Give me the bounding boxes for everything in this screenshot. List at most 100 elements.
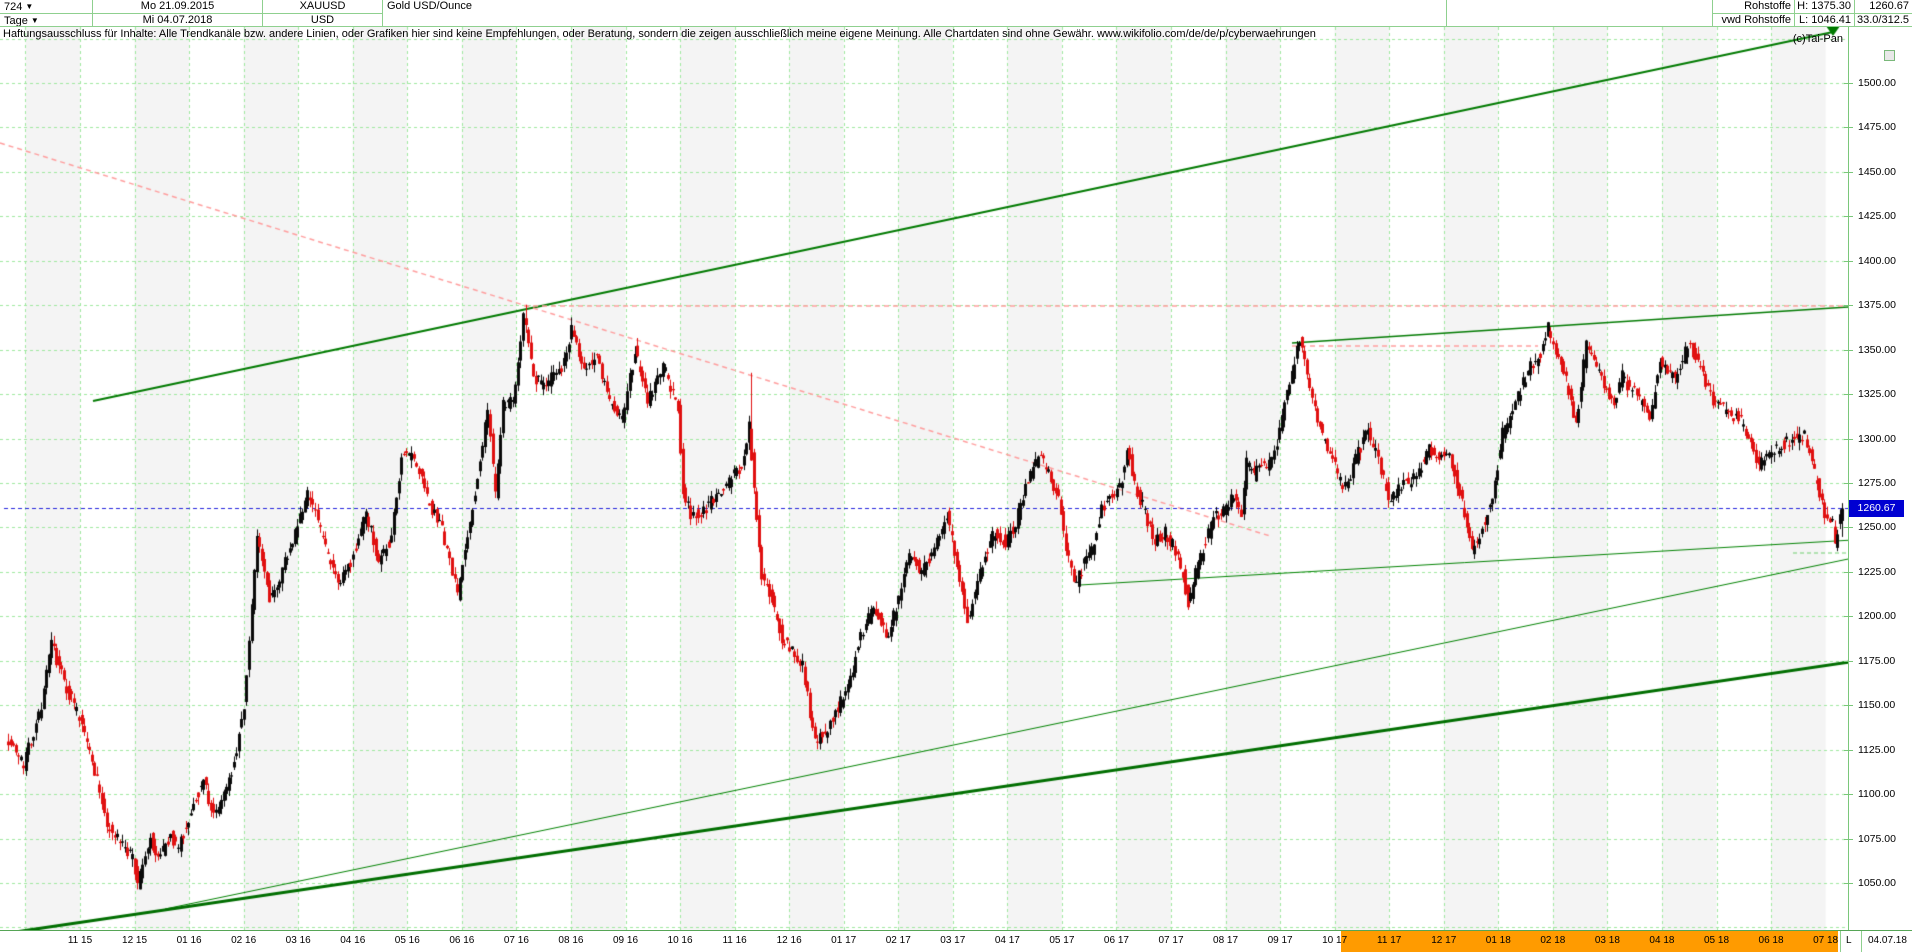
y-axis-tick bbox=[1844, 883, 1853, 884]
y-axis: 1500.00 1475.00 1450.00 1425.00 1400.00 1375.… bbox=[1848, 27, 1912, 930]
y-axis-tick bbox=[1844, 527, 1853, 528]
x-axis-label: 08 16 bbox=[558, 935, 583, 946]
x-axis-label: 11 16 bbox=[722, 935, 746, 946]
y-axis-label: 1400.00 bbox=[1858, 255, 1896, 267]
bar-count-dropdown[interactable]: 724 ▼ bbox=[0, 0, 93, 14]
period-high: H: 1375.30 bbox=[1795, 0, 1855, 14]
x-axis-label: 03 16 bbox=[286, 935, 311, 946]
y-axis-tick bbox=[1844, 83, 1853, 84]
y-axis-tick bbox=[1844, 261, 1853, 262]
y-axis-label: 1475.00 bbox=[1858, 121, 1896, 133]
y-axis-tick bbox=[1844, 439, 1853, 440]
y-axis-label: 1200.00 bbox=[1858, 610, 1896, 622]
x-axis-label: 02 17 bbox=[886, 935, 911, 946]
start-date: Mo 21.09.2015 bbox=[93, 0, 263, 14]
y-axis-label: 1100.00 bbox=[1858, 788, 1895, 800]
chevron-down-icon: ▼ bbox=[25, 2, 33, 11]
x-axis-label: 10 17 bbox=[1322, 935, 1347, 946]
y-axis-label: 1425.00 bbox=[1858, 210, 1896, 222]
y-axis-label: 1075.00 bbox=[1858, 833, 1896, 845]
x-axis-label: 05 18 bbox=[1704, 935, 1729, 946]
range-info: 33.0/312.5 bbox=[1855, 14, 1912, 27]
symbol-code: XAUUSD bbox=[263, 0, 383, 14]
period-value: Tage bbox=[4, 15, 28, 27]
y-axis-tick bbox=[1844, 127, 1853, 128]
x-axis-label: 06 18 bbox=[1759, 935, 1784, 946]
y-axis-tick bbox=[1844, 750, 1853, 751]
y-axis-tick bbox=[1844, 616, 1853, 617]
last-price-header: 1260.67 bbox=[1855, 0, 1912, 14]
y-axis-tick bbox=[1844, 794, 1853, 795]
x-axis-label: 12 17 bbox=[1431, 935, 1456, 946]
disclaimer-text: Haftungsausschluss für Inhalte: Alle Tre… bbox=[3, 28, 1316, 40]
x-axis-label: 05 17 bbox=[1049, 935, 1074, 946]
taipan-watermark: (c)Tai-Pan bbox=[1793, 33, 1843, 45]
data-provider: vwd Rohstoffe bbox=[1713, 14, 1795, 27]
y-axis-label: 1250.00 bbox=[1858, 521, 1896, 533]
y-axis-label: 1500.00 bbox=[1858, 77, 1896, 89]
x-axis-label: 10 16 bbox=[668, 935, 693, 946]
end-date: Mi 04.07.2018 bbox=[93, 14, 263, 27]
x-axis-label: 02 16 bbox=[231, 935, 256, 946]
y-axis-label: 1325.00 bbox=[1858, 388, 1896, 400]
y-axis-label: 1450.00 bbox=[1858, 166, 1896, 178]
x-axis-label: 12 15 bbox=[122, 935, 147, 946]
y-axis-label: 1275.00 bbox=[1858, 477, 1896, 489]
y-axis-label: 1125.00 bbox=[1858, 744, 1895, 756]
x-axis-label: 02 18 bbox=[1540, 935, 1565, 946]
x-axis-label: 11 17 bbox=[1377, 935, 1401, 946]
taipan-chart-window: 724 ▼ Mo 21.09.2015 XAUUSD Gold USD/Ounc… bbox=[0, 0, 1912, 952]
x-axis-label: 05 16 bbox=[395, 935, 420, 946]
x-axis-label: 07 16 bbox=[504, 935, 529, 946]
y-axis-tick bbox=[1844, 705, 1853, 706]
x-axis-label: 04 18 bbox=[1649, 935, 1674, 946]
y-axis-label: 1225.00 bbox=[1858, 566, 1896, 578]
instrument-name: Gold USD/Ounce bbox=[383, 0, 1447, 27]
bar-count-value: 724 bbox=[4, 1, 22, 13]
x-axis-label: 12 16 bbox=[777, 935, 802, 946]
x-axis-label: 08 17 bbox=[1213, 935, 1238, 946]
header-spacer bbox=[1447, 0, 1713, 27]
last-price-badge: 1260.67 bbox=[1849, 500, 1904, 517]
x-axis-label: 01 17 bbox=[831, 935, 856, 946]
period-low: L: 1046.41 bbox=[1795, 14, 1855, 27]
x-axis-label: 01 18 bbox=[1486, 935, 1511, 946]
y-axis-tick bbox=[1844, 216, 1853, 217]
chevron-down-icon: ▼ bbox=[31, 16, 39, 25]
x-axis-label: 03 17 bbox=[940, 935, 965, 946]
x-axis-label: 04 16 bbox=[340, 935, 365, 946]
y-axis-label: 1150.00 bbox=[1858, 699, 1895, 711]
x-axis-label: 06 16 bbox=[449, 935, 474, 946]
price-chart-canvas[interactable] bbox=[0, 27, 1848, 930]
y-axis-tick bbox=[1844, 394, 1853, 395]
category-label: Rohstoffe bbox=[1713, 0, 1795, 14]
x-axis: L 04.07.18 11 15 12 15 01 16 02 16 03 16 04 1… bbox=[0, 930, 1912, 952]
y-axis-label: 1350.00 bbox=[1858, 344, 1896, 356]
y-axis-tick bbox=[1844, 839, 1853, 840]
y-axis-tick bbox=[1844, 305, 1853, 306]
y-axis-tick bbox=[1844, 572, 1853, 573]
y-axis-label: 1050.00 bbox=[1858, 877, 1896, 889]
x-axis-label: 07 18 bbox=[1813, 935, 1838, 946]
period-dropdown[interactable]: Tage ▼ bbox=[0, 14, 93, 27]
y-axis-tick bbox=[1844, 172, 1853, 173]
x-axis-label: 09 17 bbox=[1268, 935, 1293, 946]
x-axis-separator bbox=[1861, 931, 1862, 952]
y-axis-tick bbox=[1844, 483, 1853, 484]
x-axis-label: 06 17 bbox=[1104, 935, 1129, 946]
x-axis-label: 07 17 bbox=[1158, 935, 1183, 946]
y-axis-tick bbox=[1844, 350, 1853, 351]
x-axis-label: 04 17 bbox=[995, 935, 1020, 946]
x-axis-label: 01 16 bbox=[177, 935, 202, 946]
x-axis-label: 03 18 bbox=[1595, 935, 1620, 946]
y-axis-tick bbox=[1844, 661, 1853, 662]
x-axis-label: 09 16 bbox=[613, 935, 638, 946]
last-bar-date: 04.07.18 bbox=[1868, 935, 1907, 946]
currency-label: USD bbox=[263, 14, 383, 27]
y-axis-label: 1375.00 bbox=[1858, 299, 1896, 311]
x-axis-label: 11 15 bbox=[68, 935, 92, 946]
last-bar-marker: L bbox=[1846, 935, 1852, 946]
x-axis-separator bbox=[1840, 931, 1841, 952]
y-axis-label: 1300.00 bbox=[1858, 433, 1896, 445]
chart-corner-widget[interactable] bbox=[1884, 50, 1895, 61]
